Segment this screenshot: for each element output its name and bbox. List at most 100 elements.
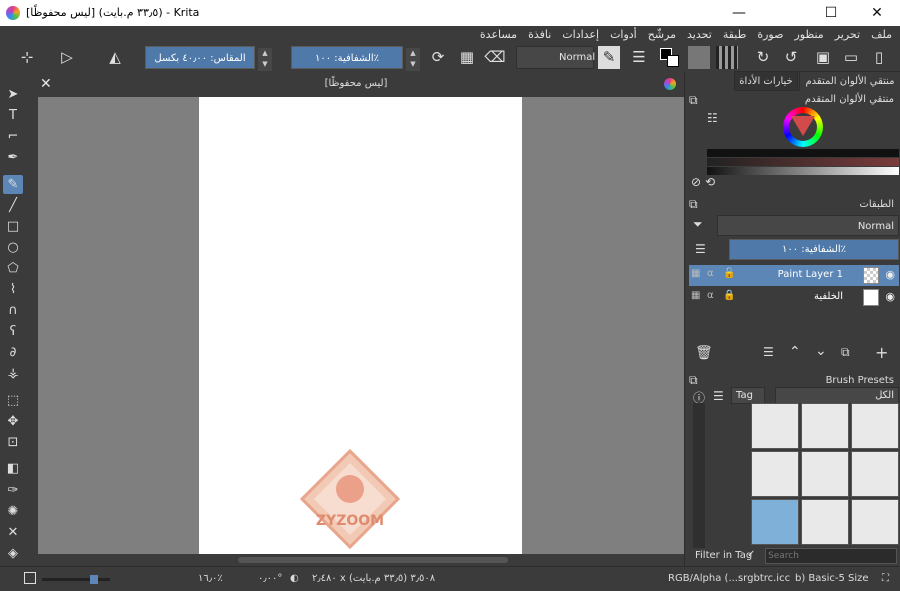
fullscreen-icon[interactable]: ⛶ <box>882 573 889 584</box>
blend-mode-select[interactable]: Normal <box>516 46 595 69</box>
reload-preset-icon[interactable]: ⟳ <box>427 46 449 69</box>
add-layer-icon[interactable]: + <box>875 343 888 362</box>
minimize-button[interactable]: — <box>716 0 762 26</box>
brush-preset-item[interactable] <box>751 499 799 545</box>
presets-float-icon[interactable]: ⧉ <box>689 373 698 388</box>
layer-blend-mode-select[interactable]: Normal <box>717 215 899 236</box>
redo-icon[interactable]: ↻ <box>752 46 774 69</box>
brush-preset-item[interactable] <box>801 451 849 497</box>
move-layer-up-icon[interactable]: ⌃ <box>789 344 801 360</box>
eraser-mode-icon[interactable]: ⌫ <box>484 46 506 69</box>
layer-row[interactable]: ▦ α 🔓 Paint Layer 1 ◉ <box>689 265 899 286</box>
calligraphy-tool-icon[interactable]: ✒ <box>3 148 23 167</box>
lock-icon[interactable]: 🔒 <box>723 290 735 301</box>
crop-tool-icon[interactable]: ⊹ <box>16 46 38 69</box>
menu-image[interactable]: صورة <box>757 28 783 41</box>
brush-preset-item[interactable] <box>851 451 899 497</box>
color-shade-bar-3[interactable] <box>707 167 899 175</box>
menu-tools[interactable]: أدوات <box>610 28 637 41</box>
brush-preset-item[interactable] <box>851 499 899 545</box>
rectangle-tool-icon[interactable]: □ <box>3 217 23 236</box>
visibility-eye-icon[interactable]: ◉ <box>885 290 895 303</box>
duplicate-layer-icon[interactable]: ⧉ <box>841 345 850 360</box>
tab-tool-options[interactable]: خيارات الأداة <box>734 71 798 91</box>
menu-view[interactable]: منظور <box>794 28 823 41</box>
fg-bg-color-icon[interactable] <box>658 46 680 69</box>
color-shade-bar-1[interactable] <box>707 149 899 157</box>
brush-preset-item[interactable] <box>801 499 849 545</box>
menu-layer[interactable]: طبقة <box>723 28 747 41</box>
tab-advanced-color-selector[interactable]: منتقي الألوان المتقدم <box>799 71 900 91</box>
smart-patch-tool-icon[interactable]: ✺ <box>3 502 23 521</box>
brush-preview-icon[interactable] <box>24 572 36 584</box>
size-spinner-icon[interactable]: ▲ ▼ <box>258 48 272 71</box>
rotation-icon[interactable]: ◐ <box>290 573 299 584</box>
freehand-brush-tool-icon[interactable]: ✎ <box>3 175 23 194</box>
color-settings-icon[interactable]: ☷ <box>707 111 718 125</box>
filter-in-tag-checkbox[interactable]: ✓ <box>747 549 759 561</box>
line-tool-icon[interactable]: ╱ <box>3 196 23 215</box>
horizontal-scrollbar[interactable] <box>38 554 684 566</box>
brush-preset-item[interactable] <box>751 403 799 449</box>
brush-size-slider[interactable]: المقاس: ٤٠٫٠٠ بكسل <box>145 46 255 69</box>
close-window-button[interactable]: ✕ <box>854 0 900 26</box>
alpha-lock-icon[interactable]: α <box>707 290 714 301</box>
undo-icon[interactable]: ↺ <box>780 46 802 69</box>
polygon-tool-icon[interactable]: ⬠ <box>3 259 23 278</box>
refresh-colors-icon[interactable]: ⟲ <box>705 175 715 189</box>
brush-settings-icon[interactable]: ☰ <box>628 46 650 69</box>
menu-edit[interactable]: تحرير <box>835 28 860 41</box>
delete-layer-icon[interactable]: 🗑 <box>695 345 713 361</box>
visibility-eye-icon[interactable]: ◉ <box>885 268 895 281</box>
layers-float-icon[interactable]: ⧉ <box>689 197 698 212</box>
crop-tool-side-icon[interactable]: ⊡ <box>3 433 23 452</box>
layer-opacity-slider[interactable]: الشفافية: ١٠٠٪ <box>729 239 899 260</box>
menu-filter[interactable]: مرشّح <box>648 28 676 41</box>
preset-scrollbar[interactable] <box>693 403 705 548</box>
brush-preset-item[interactable] <box>751 451 799 497</box>
preset-tag-button[interactable]: Tag <box>731 387 765 404</box>
opacity-spinner-icon[interactable]: ▲ ▼ <box>406 48 420 71</box>
zoom-slider[interactable] <box>42 575 110 584</box>
assistant-tool-icon[interactable]: ✕ <box>3 523 23 542</box>
brush-preset-icon[interactable]: ✎ <box>598 46 620 69</box>
opacity-slider[interactable]: الشفافية: ١٠٠٪ <box>291 46 403 69</box>
bezier-tool-icon[interactable]: ∩ <box>3 301 23 320</box>
clear-history-icon[interactable]: ⊘ <box>691 175 701 189</box>
menu-select[interactable]: تحديد <box>687 28 712 41</box>
preset-search-input[interactable] <box>765 548 897 564</box>
mirror-horizontal-icon[interactable]: ▷ <box>56 46 78 69</box>
multibrush-tool-icon[interactable]: ⚶ <box>3 364 23 383</box>
menu-window[interactable]: نافذة <box>528 28 551 41</box>
maximize-button[interactable]: ☐ <box>808 0 854 26</box>
mirror-vertical-icon[interactable]: ◭ <box>104 46 126 69</box>
edit-shapes-tool-icon[interactable]: ⌐ <box>3 127 23 146</box>
brush-preset-item[interactable] <box>801 403 849 449</box>
gradient-tool-icon[interactable]: ◧ <box>3 459 23 478</box>
fill-tool-icon[interactable]: ◈ <box>3 544 23 563</box>
gradient-icon[interactable] <box>688 46 710 69</box>
color-shade-bar-2[interactable] <box>707 158 899 166</box>
color-wheel[interactable] <box>783 107 823 147</box>
menu-settings[interactable]: إعدادات <box>562 28 599 41</box>
ellipse-tool-icon[interactable]: ○ <box>3 238 23 257</box>
lock-icon[interactable]: 🔓 <box>723 268 735 279</box>
layer-row[interactable]: ▦ α 🔒 الخلفية ◉ <box>689 287 899 308</box>
layer-filter-icon[interactable]: ⏷ <box>693 217 703 232</box>
pattern-icon[interactable] <box>716 46 738 69</box>
text-tool-icon[interactable]: T <box>3 106 23 125</box>
layer-menu-icon[interactable]: ☰ <box>695 242 706 256</box>
open-folder-icon[interactable]: ▭ <box>840 46 862 69</box>
new-document-icon[interactable]: ▯ <box>868 46 890 69</box>
menu-help[interactable]: مساعدة <box>480 28 517 41</box>
alpha-lock-icon[interactable]: α <box>707 268 714 279</box>
dynamic-brush-tool-icon[interactable]: ∂ <box>3 343 23 362</box>
layer-properties-icon[interactable]: ☰ <box>763 345 774 359</box>
preserve-alpha-icon[interactable]: ▦ <box>456 46 478 69</box>
polyline-tool-icon[interactable]: ⌇ <box>3 280 23 299</box>
transform-tool-icon[interactable]: ⬚ <box>3 391 23 410</box>
color-picker-tool-icon[interactable]: ✑ <box>3 481 23 500</box>
preset-tag-select[interactable]: الكل <box>775 387 899 404</box>
panel-float-icon[interactable]: ⧉ <box>689 93 698 108</box>
freehand-path-tool-icon[interactable]: ʕ <box>3 322 23 341</box>
